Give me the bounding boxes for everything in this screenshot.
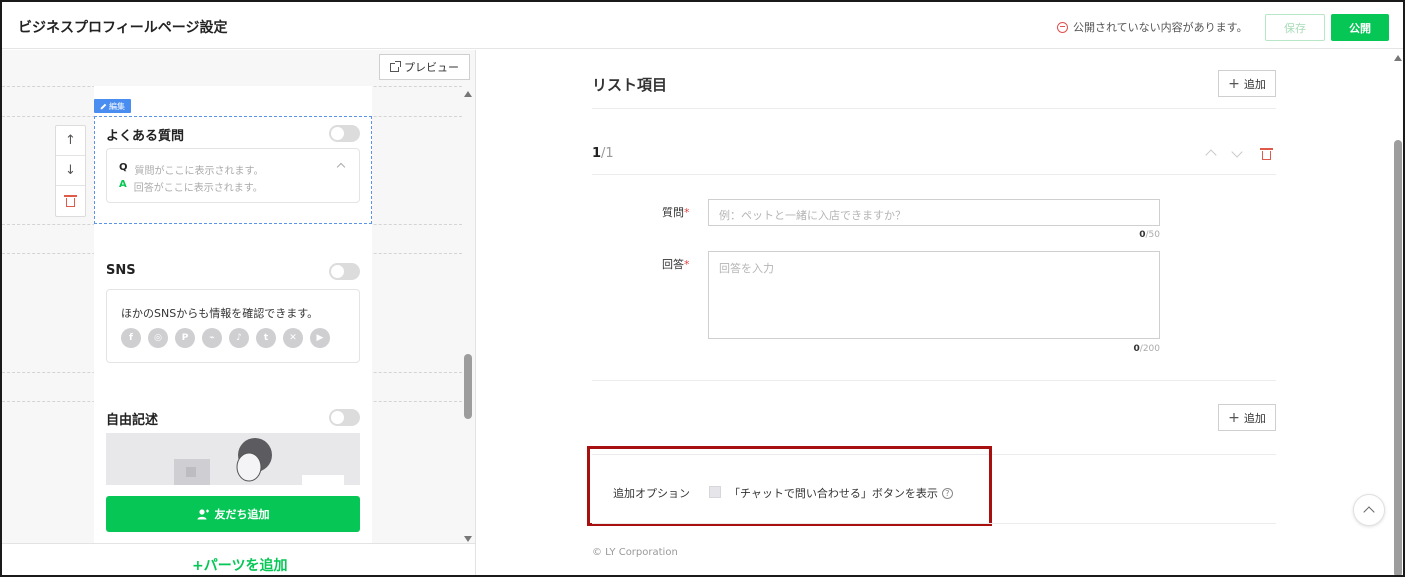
youtube-icon: ▶ — [310, 328, 330, 348]
add-label: 追加 — [1243, 77, 1266, 91]
add-item-button-bottom[interactable]: + 追加 — [1218, 404, 1276, 431]
edit-badge-label: 編集 — [109, 101, 125, 111]
facebook-icon: f — [121, 328, 141, 348]
minus-circle-icon — [1057, 21, 1068, 33]
delete-section-button[interactable] — [56, 186, 85, 216]
add-user-icon — [197, 508, 209, 519]
move-item-down-icon[interactable] — [1231, 146, 1243, 158]
section-controls: ↑ ↓ — [55, 125, 86, 217]
required-mark: * — [684, 258, 690, 271]
add-item-button[interactable]: + 追加 — [1218, 70, 1276, 97]
external-link-icon — [390, 60, 401, 72]
sns-icon-list: f ◎ P ⌁ ♪ t ✕ ▶ — [121, 328, 330, 348]
preview-label: プレビュー — [404, 61, 459, 74]
chevron-up-icon[interactable] — [336, 162, 346, 172]
edit-badge[interactable]: 編集 — [94, 99, 131, 113]
preview-button[interactable]: プレビュー — [379, 54, 470, 80]
answer-label-text: 回答 — [662, 258, 684, 271]
a-mark: A — [119, 179, 127, 190]
faq-section-title: よくある質問 — [106, 129, 185, 144]
question-char-count: 0/50 — [1100, 230, 1160, 240]
divider — [592, 380, 1276, 381]
question-count-max: /50 — [1145, 230, 1160, 240]
answer-count-max: /200 — [1139, 344, 1160, 354]
illustration-image — [174, 438, 344, 485]
scrollbar-thumb[interactable] — [464, 354, 472, 419]
scroll-to-top-button[interactable] — [1353, 494, 1385, 526]
x-icon: ✕ — [283, 328, 303, 348]
required-mark: * — [684, 206, 690, 219]
scroll-up-icon[interactable] — [1394, 55, 1402, 61]
free-text-illustration — [106, 433, 360, 485]
delete-item-icon[interactable] — [1260, 148, 1273, 160]
unpublished-notice: 公開されていない内容があります。 — [1057, 19, 1248, 35]
add-parts-bar: +パーツを追加 — [2, 543, 475, 575]
free-toggle[interactable] — [329, 409, 360, 426]
add-label: 追加 — [1243, 411, 1266, 425]
sns-toggle[interactable] — [329, 263, 360, 280]
plus-icon: + — [1228, 409, 1240, 426]
messenger-icon: ⌁ — [202, 328, 222, 348]
item-counter: 1/1 — [592, 146, 614, 161]
question-input[interactable]: 例：ペットと一緒に入店できますか？ — [708, 199, 1160, 226]
trash-icon — [64, 195, 77, 207]
divider — [592, 174, 1276, 175]
tiktok-icon: ♪ — [229, 328, 249, 348]
sns-section-title: SNS — [106, 263, 136, 278]
faq-answer-text: 回答がここに表示されます。 — [133, 183, 263, 194]
highlight-box — [587, 446, 992, 526]
divider — [592, 523, 1276, 524]
pinterest-icon: P — [175, 328, 195, 348]
faq-answer-row: A 回答がここに表示されます。 — [119, 179, 263, 194]
answer-label: 回答* — [662, 256, 690, 272]
tumblr-icon: t — [256, 328, 276, 348]
faq-question-row: Q 質問がここに表示されます。 — [119, 162, 264, 177]
free-section-title: 自由記述 — [106, 413, 159, 428]
sns-card: ほかのSNSからも情報を確認できます。 f ◎ P ⌁ ♪ t ✕ ▶ — [106, 289, 360, 363]
settings-scrollbar[interactable] — [1393, 50, 1403, 575]
preview-panel: プレビュー 編集 ↑ ↓ よくある質問 Q 質問がここに表示されます。 A 回答… — [2, 50, 476, 575]
app-window: ビジネスプロフィールページ設定 公開されていない内容があります。 保存 公開 プ… — [0, 0, 1405, 577]
move-up-icon[interactable]: ↑ — [56, 126, 85, 156]
copyright: © LY Corporation — [592, 547, 678, 558]
list-items-title: リスト項目 — [592, 76, 668, 94]
publish-button[interactable]: 公開 — [1331, 14, 1389, 41]
faq-question-text: 質問がここに表示されます。 — [134, 166, 264, 177]
top-bar: ビジネスプロフィールページ設定 公開されていない内容があります。 保存 公開 — [2, 2, 1403, 49]
q-mark: Q — [119, 162, 128, 173]
answer-char-count: 0/200 — [1100, 344, 1160, 354]
save-button[interactable]: 保存 — [1265, 14, 1325, 41]
faq-toggle[interactable] — [329, 125, 360, 142]
answer-textarea[interactable]: 回答を入力 — [708, 251, 1160, 339]
preview-scrollbar[interactable] — [463, 86, 473, 542]
page-title: ビジネスプロフィールページ設定 — [18, 20, 228, 36]
move-down-icon[interactable]: ↓ — [56, 156, 85, 186]
scroll-down-icon[interactable] — [464, 536, 472, 542]
settings-panel: リスト項目 + 追加 1/1 質問* 例：ペットと一緒に入店できますか？ 0/5… — [477, 50, 1403, 575]
faq-card: Q 質問がここに表示されます。 A 回答がここに表示されます。 — [106, 148, 360, 203]
sns-description: ほかのSNSからも情報を確認できます。 — [121, 307, 319, 320]
counter-total: /1 — [601, 146, 614, 161]
scroll-up-icon[interactable] — [464, 91, 472, 97]
add-parts-button[interactable]: +パーツを追加 — [192, 555, 287, 575]
instagram-icon: ◎ — [148, 328, 168, 348]
add-friend-button[interactable]: 友だち追加 — [106, 496, 360, 532]
counter-current: 1 — [592, 146, 602, 161]
add-friend-label: 友だち追加 — [214, 508, 270, 521]
move-item-up-icon[interactable] — [1205, 149, 1217, 161]
plus-icon: + — [1228, 75, 1240, 92]
divider — [592, 108, 1276, 109]
pencil-icon — [100, 103, 107, 109]
scrollbar-thumb[interactable] — [1394, 140, 1402, 575]
unpublished-text: 公開されていない内容があります。 — [1073, 21, 1248, 34]
question-label-text: 質問 — [662, 206, 684, 219]
question-label: 質問* — [662, 204, 690, 220]
